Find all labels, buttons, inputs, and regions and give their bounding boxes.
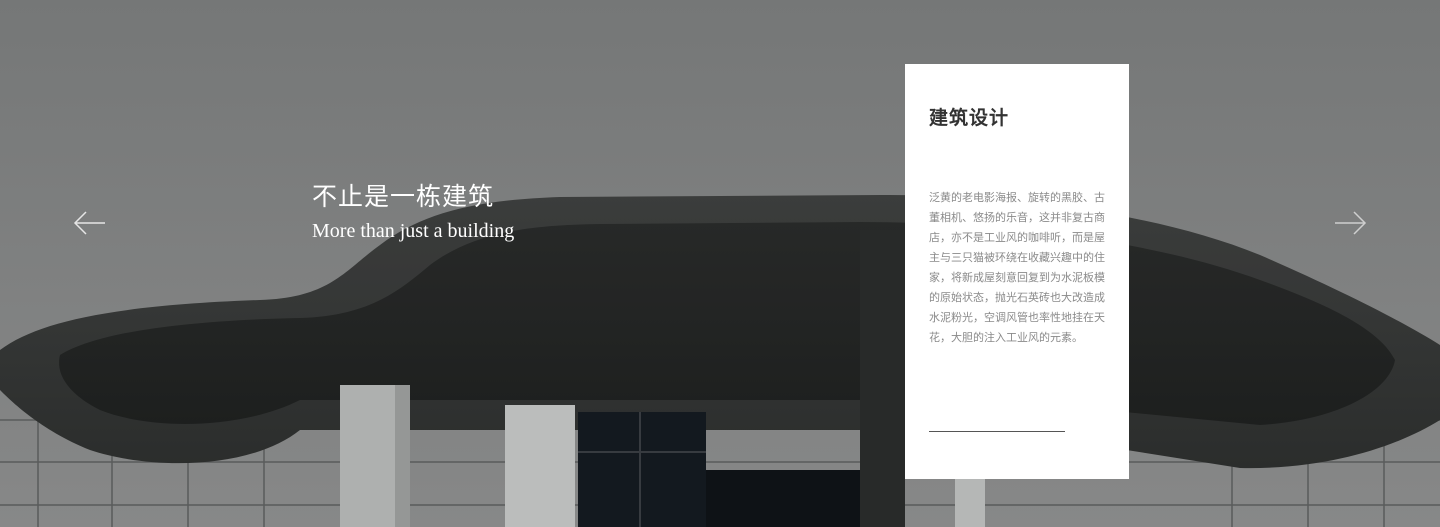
prev-slide-button[interactable] [72,205,108,241]
info-card: 建筑设计 泛黄的老电影海报、旋转的黑胶、古董相机、悠扬的乐音，这并非复古商店，亦… [905,64,1129,479]
next-slide-button[interactable] [1332,205,1368,241]
arrow-right-icon [1332,211,1368,245]
arrow-left-icon [72,211,108,245]
card-body: 泛黄的老电影海报、旋转的黑胶、古董相机、悠扬的乐音，这并非复古商店，亦不是工业风… [929,191,1105,344]
slide-caption: 不止是一栋建筑 More than just a building [312,180,514,246]
dark-overlay [0,0,1440,527]
slide-title-cn: 不止是一栋建筑 [312,182,495,211]
card-title: 建筑设计 [929,107,1010,129]
card-divider [929,431,1065,432]
slide-title-en: More than just a building [312,220,515,242]
hero-slider: 不止是一栋建筑 More than just a building 建筑设计 泛… [0,0,1440,527]
